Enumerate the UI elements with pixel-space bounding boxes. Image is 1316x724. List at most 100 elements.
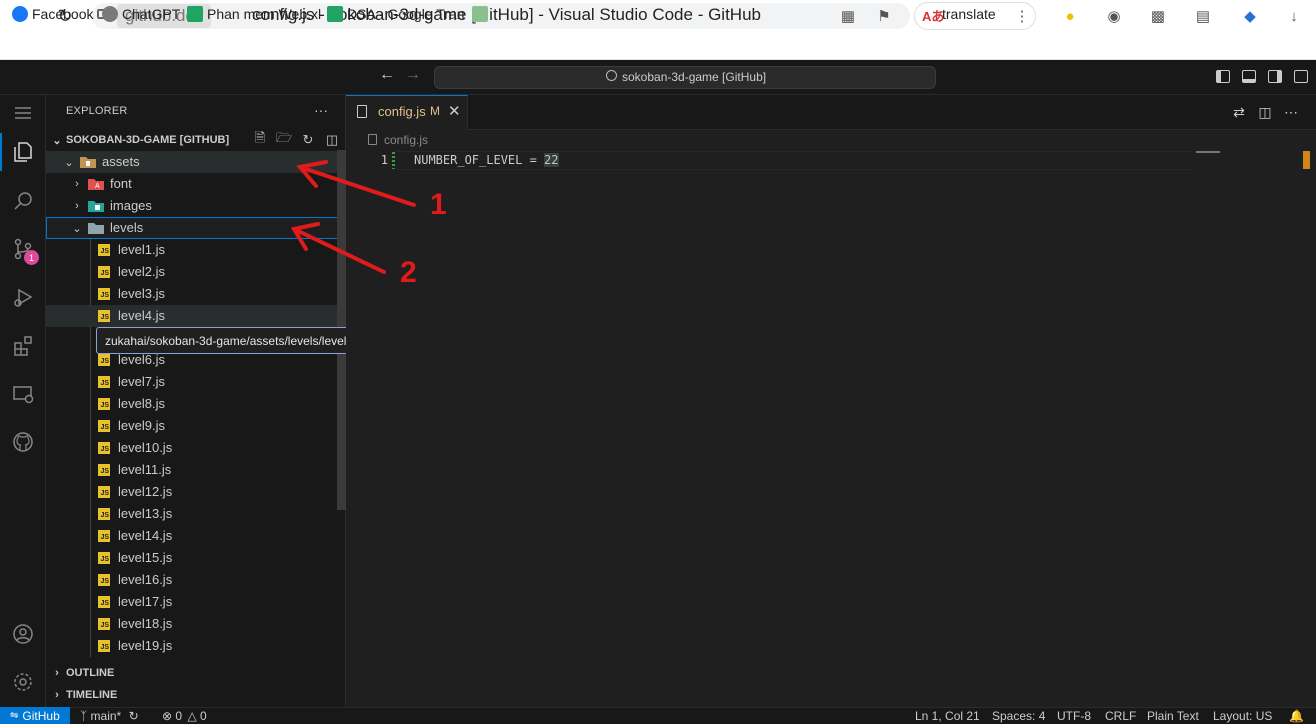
editor-area[interactable]: [346, 95, 1316, 707]
bookmark-chatgpt[interactable]: ChatGPT: [102, 5, 180, 23]
tree-folder-font[interactable]: › A font: [46, 173, 338, 195]
chevron-down-icon: ⌄: [64, 156, 74, 169]
minimap[interactable]: [1196, 151, 1220, 153]
menu-icon[interactable]: [9, 99, 37, 127]
tree-file[interactable]: JS level4.js: [46, 305, 338, 327]
facebook-icon: [12, 6, 28, 22]
translate-menu-icon[interactable]: ⋮: [1012, 6, 1032, 26]
open-changes-icon[interactable]: ⇄: [1231, 104, 1247, 120]
github-icon[interactable]: [9, 428, 37, 456]
chevron-right-icon: ›: [75, 200, 79, 212]
tree-file[interactable]: JS level14.js: [46, 525, 338, 547]
javascript-file-icon: JS: [98, 596, 110, 608]
tree-file[interactable]: JS level7.js: [46, 371, 338, 393]
refresh-icon[interactable]: ↻: [300, 132, 316, 148]
bookmark-star-icon[interactable]: ⚑: [874, 6, 894, 26]
javascript-file-icon: JS: [98, 266, 110, 278]
nav-forward-icon[interactable]: →: [405, 66, 421, 84]
collapse-all-icon[interactable]: ◫: [324, 132, 340, 148]
remote-indicator[interactable]: ⇋ GitHub: [0, 707, 70, 724]
run-debug-icon[interactable]: [9, 283, 37, 311]
camera-icon[interactable]: ◉: [1104, 6, 1124, 26]
tree-file[interactable]: JS level19.js: [46, 635, 338, 657]
bookmark-label: Facebook: [32, 6, 94, 22]
keyboard-layout[interactable]: Layout: US: [1213, 709, 1272, 723]
breadcrumb-file-icon: [368, 134, 377, 145]
tree-label: level14.js: [118, 528, 173, 543]
language-mode[interactable]: Plain Text: [1147, 709, 1199, 723]
new-folder-icon[interactable]: 🗁: [276, 130, 292, 148]
search-icon[interactable]: [9, 187, 37, 215]
cursor-position[interactable]: Ln 1, Col 21: [915, 709, 980, 723]
tree-label: level12.js: [118, 484, 173, 499]
file-path-tooltip: zukahai/sokoban-3d-game/assets/levels/le…: [96, 327, 375, 354]
toggle-sidebar-icon[interactable]: [1216, 70, 1230, 83]
collections-icon[interactable]: ▤: [1193, 6, 1213, 26]
remote-explorer-icon[interactable]: [9, 380, 37, 408]
tree-file[interactable]: JS level15.js: [46, 547, 338, 569]
tree-file[interactable]: JS level18.js: [46, 613, 338, 635]
tab-label[interactable]: config.js: [378, 104, 426, 119]
translate-label[interactable]: translate: [942, 6, 996, 22]
bookmarks-bar: [0, 33, 1316, 60]
extension-yellow-icon[interactable]: ●: [1060, 6, 1080, 26]
extensions-icon[interactable]: [9, 331, 37, 359]
close-icon[interactable]: ✕: [448, 102, 461, 120]
tree-folder-assets[interactable]: ⌄ assets: [46, 151, 338, 173]
tree-file[interactable]: JS level13.js: [46, 503, 338, 525]
tree-file[interactable]: JS level1.js: [46, 239, 338, 261]
editor-more-icon[interactable]: ⋯: [1283, 104, 1299, 120]
tree-file[interactable]: JS level9.js: [46, 415, 338, 437]
customize-layout-icon[interactable]: [1294, 70, 1308, 83]
tree-file[interactable]: JS level2.js: [46, 261, 338, 283]
nav-back-icon[interactable]: ←: [379, 66, 395, 84]
tree-file[interactable]: JS level8.js: [46, 393, 338, 415]
settings-gear-icon[interactable]: [9, 668, 37, 696]
code-identifier: NUMBER_OF_LEVEL =: [414, 153, 545, 167]
bookmark-facebook[interactable]: Facebook: [12, 5, 93, 23]
download-icon[interactable]: ↓: [1284, 6, 1304, 26]
branch-status[interactable]: ᛉ main* ↻: [80, 709, 139, 723]
puzzle-icon[interactable]: ▩: [1148, 6, 1168, 26]
folder-open-icon: [88, 223, 104, 234]
tree-file[interactable]: JS level17.js: [46, 591, 338, 613]
tree-folder-images[interactable]: › images: [46, 195, 338, 217]
problems-status[interactable]: ⊗ 0 △ 0: [162, 709, 207, 723]
tree-file[interactable]: JS level12.js: [46, 481, 338, 503]
notifications-bell-icon[interactable]: 🔔: [1289, 709, 1304, 723]
tree-file[interactable]: JS level11.js: [46, 459, 338, 481]
timeline-label: TIMELINE: [66, 689, 118, 701]
bookmark-dsa[interactable]: DSA - Google Tran: [327, 5, 465, 23]
explorer-icon[interactable]: [9, 138, 37, 166]
tree-label: level7.js: [118, 374, 165, 389]
eol-status[interactable]: CRLF: [1105, 709, 1136, 723]
toggle-panel-icon[interactable]: [1242, 70, 1256, 83]
toggle-secondary-sidebar-icon[interactable]: [1268, 70, 1282, 83]
javascript-file-icon: JS: [98, 442, 110, 454]
timeline-section-header[interactable]: › TIMELINE: [46, 684, 346, 706]
indentation-status[interactable]: Spaces: 4: [992, 709, 1045, 723]
repo-section-label: SOKOBAN-3D-GAME [GITHUB]: [66, 134, 230, 146]
tree-label: levels: [110, 220, 144, 235]
bookmark-label: Phan mem Web.xl: [207, 6, 322, 22]
accounts-icon[interactable]: [9, 620, 37, 648]
extensions-in-url-icon[interactable]: ▦: [838, 6, 858, 26]
tree-file[interactable]: JS level10.js: [46, 437, 338, 459]
new-file-icon[interactable]: 🗎: [252, 130, 268, 148]
outline-label: OUTLINE: [66, 667, 115, 679]
encoding-status[interactable]: UTF-8: [1057, 709, 1091, 723]
tree-file[interactable]: JS level3.js: [46, 283, 338, 305]
code-line[interactable]: NUMBER_OF_LEVEL = 22: [414, 153, 559, 167]
shield-icon[interactable]: ◆: [1240, 6, 1260, 26]
outline-section-header[interactable]: › OUTLINE: [46, 662, 346, 684]
bookmark-phan-mem-web[interactable]: Phan mem Web.xl: [187, 5, 321, 23]
split-editor-icon[interactable]: ◫: [1257, 104, 1273, 120]
command-center-label[interactable]: sokoban-3d-game [GitHub]: [622, 70, 766, 84]
tree-folder-levels[interactable]: ⌄ levels: [46, 217, 346, 239]
breadcrumb[interactable]: config.js: [384, 133, 428, 147]
bookmark-image[interactable]: [472, 5, 492, 23]
tree-file[interactable]: JS level16.js: [46, 569, 338, 591]
sync-icon[interactable]: ↻: [129, 709, 139, 723]
folder-open-icon: [80, 157, 96, 168]
explorer-more-icon[interactable]: ···: [314, 102, 328, 118]
